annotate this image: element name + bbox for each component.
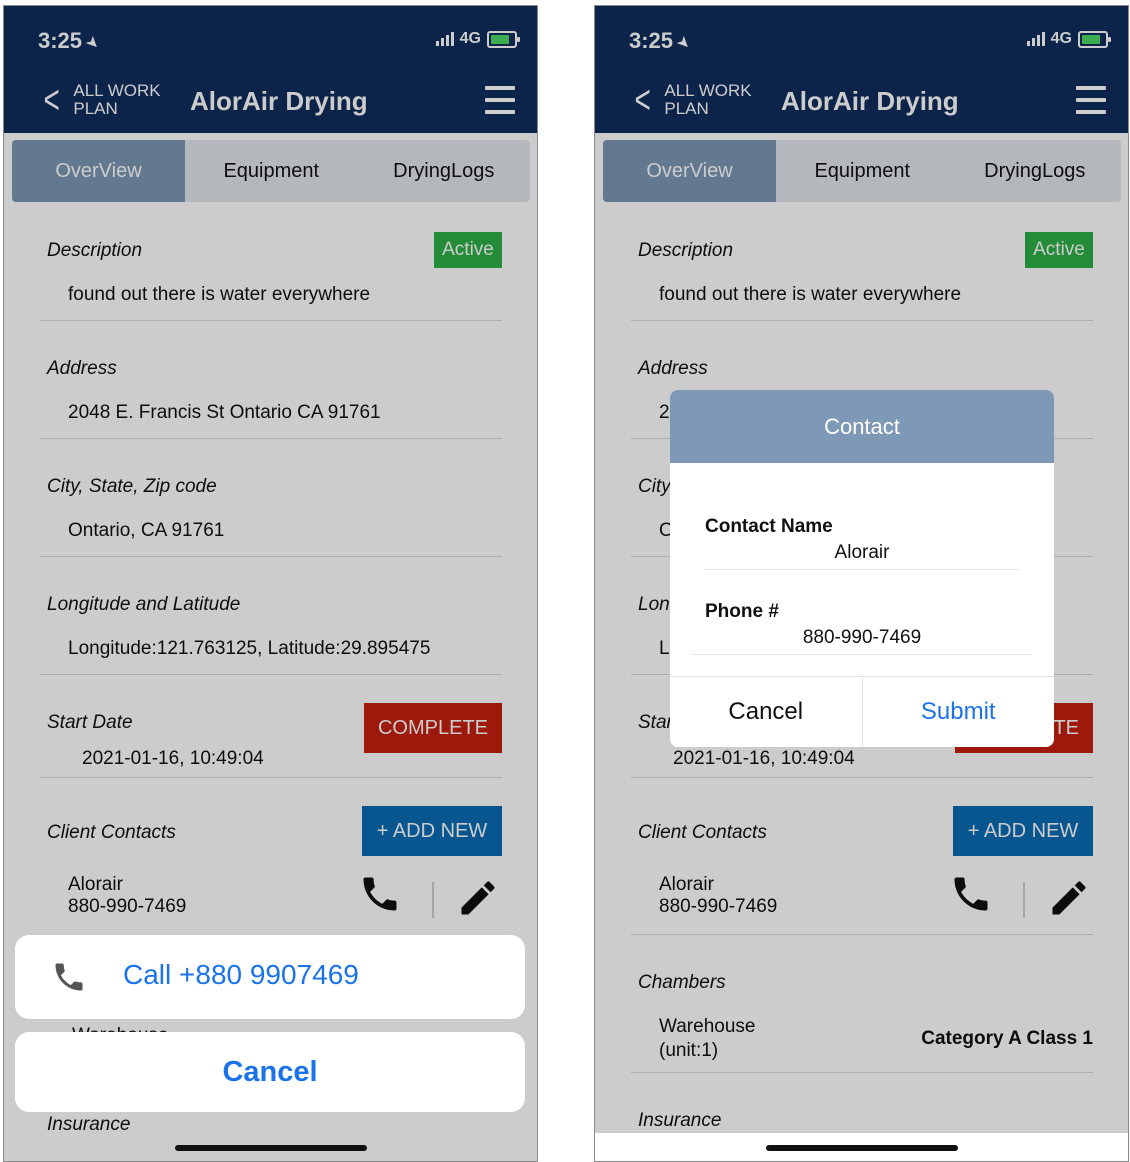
- phone-label: Phone #: [705, 601, 779, 622]
- contact-dialog-actions: Cancel Submit: [670, 676, 1054, 747]
- contact-dialog-title: Contact: [670, 390, 1054, 463]
- contact-name-underline: [705, 569, 1019, 570]
- right-phone-screen: 3:25➤ 4G < ALL WORK PLAN AlorAir Drying …: [594, 5, 1129, 1162]
- contact-name-field[interactable]: Alorair: [670, 542, 1054, 564]
- contact-dialog: Contact Contact Name Alorair Phone # 880…: [670, 390, 1054, 747]
- dialog-submit-button[interactable]: Submit: [863, 677, 1055, 747]
- phone-icon: [55, 963, 83, 991]
- call-action[interactable]: Call +880 9907469: [15, 935, 525, 1019]
- phone-underline: [692, 654, 1032, 655]
- phone-field[interactable]: 880-990-7469: [670, 627, 1054, 649]
- contact-name-label: Contact Name: [705, 516, 833, 537]
- home-indicator: [765, 1145, 958, 1151]
- action-sheet-cancel-button[interactable]: Cancel: [15, 1032, 525, 1112]
- left-phone-screen: 3:25➤ 4G < ALL WORK PLAN AlorAir Drying …: [3, 5, 538, 1162]
- home-indicator: [174, 1145, 367, 1151]
- dialog-cancel-button[interactable]: Cancel: [670, 677, 863, 747]
- call-action-label: Call +880 9907469: [123, 959, 359, 990]
